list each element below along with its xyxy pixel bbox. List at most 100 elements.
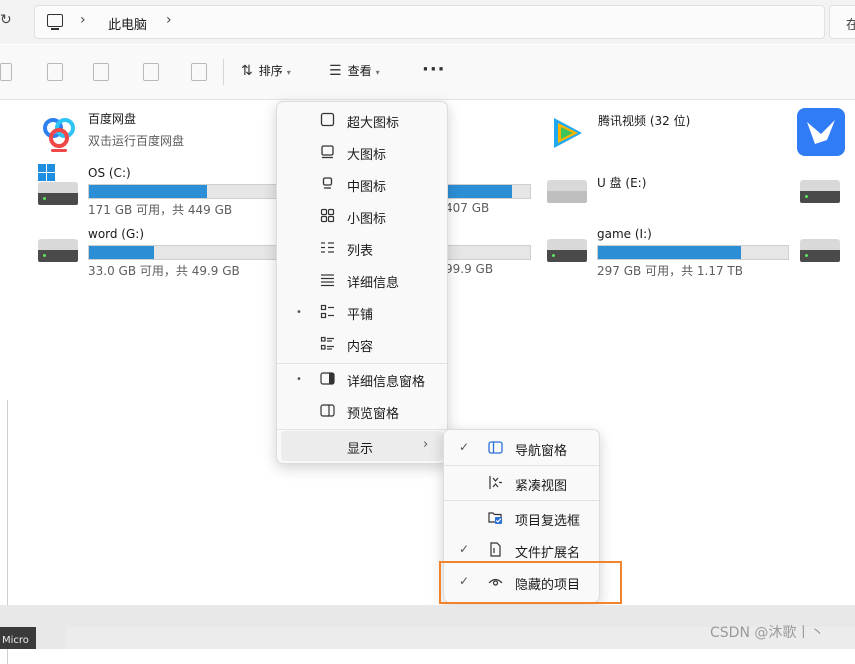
share-icon[interactable] xyxy=(143,63,159,81)
item-name: 腾讯视频 (32 位) xyxy=(598,114,691,128)
chevron-right-icon: › xyxy=(423,437,429,452)
drive-space-text: 99.9 GB xyxy=(445,262,494,276)
address-area: ↻ › 此电脑 › 在 xyxy=(0,0,855,44)
rename-icon[interactable] xyxy=(93,63,109,81)
drive-space-text: 33.0 GB 可用，共 49.9 GB xyxy=(88,264,240,278)
drive-name: U 盘 (E:) xyxy=(597,176,647,190)
menu-item-list[interactable]: 列表 xyxy=(281,233,443,263)
copy-icon[interactable] xyxy=(0,63,12,81)
check-icon: ✓ xyxy=(459,440,470,454)
computer-icon xyxy=(47,14,63,30)
drive-space-text: 297 GB 可用，共 1.17 TB xyxy=(597,264,743,278)
item-checkbox-icon xyxy=(488,512,502,524)
file-extension-icon xyxy=(490,542,501,557)
delete-icon[interactable] xyxy=(191,63,207,81)
menu-item-small-icons[interactable]: 小图标 xyxy=(281,201,443,231)
details-pane-icon xyxy=(320,372,335,385)
watermark-text: CSDN @沐歌丨丶 xyxy=(710,625,825,641)
drive-usage-fill xyxy=(598,246,741,259)
medium-icons-icon xyxy=(322,177,333,189)
hard-drive-icon xyxy=(800,239,840,267)
drive-name: OS (C:) xyxy=(88,166,131,180)
menu-item-label: 超大图标 xyxy=(347,116,400,131)
view-button[interactable]: ☰ 查看 ▾ xyxy=(329,62,380,79)
menu-item-label: 内容 xyxy=(347,340,374,355)
tiles-icon xyxy=(320,304,334,319)
breadcrumb-separator[interactable]: › xyxy=(80,12,86,28)
menu-item-extra-large-icons[interactable]: 超大图标 xyxy=(281,105,443,135)
menu-item-label: 列表 xyxy=(347,244,374,259)
usb-drive-icon xyxy=(547,180,587,208)
view-menu: 超大图标 大图标 中图标 小图标 列表 详细信息 • 平铺 内容 • 详细信息窗… xyxy=(276,101,448,464)
menu-item-label: 大图标 xyxy=(347,148,387,163)
windows-logo-icon xyxy=(38,164,55,181)
content-icon xyxy=(320,336,334,350)
command-bar: ⇅ 排序 ▾ ☰ 查看 ▾ ··· xyxy=(0,45,855,100)
details-icon xyxy=(321,274,334,287)
drive-usage-bar xyxy=(597,245,789,260)
paste-icon[interactable] xyxy=(47,63,63,81)
drive-usage-bar xyxy=(88,184,280,199)
toolbar-divider xyxy=(223,59,224,85)
drive-space-text: 171 GB 可用，共 449 GB xyxy=(88,203,233,217)
submenu-item-label: 导航窗格 xyxy=(515,444,568,459)
sort-icon: ⇅ xyxy=(241,63,253,79)
view-icon: ☰ xyxy=(329,63,342,79)
submenu-item-compact-view[interactable]: 紧凑视图 xyxy=(448,468,595,498)
menu-item-label: 平铺 xyxy=(347,308,374,323)
search-input[interactable]: 在 xyxy=(829,5,855,39)
drive-space-text: 407 GB xyxy=(445,201,490,215)
breadcrumb-separator[interactable]: › xyxy=(166,12,172,28)
breadcrumb-this-pc[interactable]: 此电脑 xyxy=(108,14,147,33)
menu-item-large-icons[interactable]: 大图标 xyxy=(281,137,443,167)
item-description: 双击运行百度网盘 xyxy=(88,134,185,148)
hard-drive-icon xyxy=(38,182,78,210)
small-icons-icon xyxy=(320,208,335,223)
annotation-highlight-box xyxy=(439,561,622,604)
extra-large-icons-icon xyxy=(320,112,335,127)
menu-item-label: 小图标 xyxy=(347,212,387,227)
submenu-item-label: 文件扩展名 xyxy=(515,546,581,561)
preview-pane-icon xyxy=(320,404,335,417)
menu-item-details-pane[interactable]: • 详细信息窗格 xyxy=(281,364,443,394)
menu-item-label: 显示 xyxy=(347,442,374,457)
hard-drive-icon xyxy=(800,180,840,208)
refresh-icon[interactable]: ↻ xyxy=(0,12,12,28)
more-options-button[interactable]: ··· xyxy=(422,59,446,80)
drive-usage-bar xyxy=(439,245,531,260)
item-name: 百度网盘 xyxy=(88,112,137,126)
view-label: 查看 xyxy=(347,64,372,78)
submenu-item-navigation-pane[interactable]: ✓ 导航窗格 xyxy=(448,433,595,463)
drive-usage-bar xyxy=(88,245,280,260)
selected-bullet: • xyxy=(296,374,302,385)
menu-item-preview-pane[interactable]: 预览窗格 xyxy=(281,396,443,426)
submenu-item-label: 紧凑视图 xyxy=(515,479,568,494)
address-bar[interactable]: › 此电脑 › xyxy=(34,5,825,39)
app-bird-icon xyxy=(797,108,845,156)
menu-separator xyxy=(444,465,599,466)
drive-name: game (I:) xyxy=(597,227,652,241)
sort-button[interactable]: ⇅ 排序 ▾ xyxy=(241,62,291,79)
menu-item-show[interactable]: 显示 › xyxy=(281,431,443,461)
taskbar-label: Micro xyxy=(2,635,29,646)
hard-drive-icon xyxy=(38,239,78,267)
menu-item-details[interactable]: 详细信息 xyxy=(281,265,443,295)
navigation-pane-icon xyxy=(488,441,503,454)
submenu-item-label: 项目复选框 xyxy=(515,514,581,529)
drive-usage-fill xyxy=(89,246,154,259)
hard-drive-icon xyxy=(547,239,587,267)
large-icons-icon xyxy=(321,145,334,159)
selected-bullet: • xyxy=(296,307,302,318)
submenu-item-checkboxes[interactable]: 项目复选框 xyxy=(448,503,595,533)
menu-item-medium-icons[interactable]: 中图标 xyxy=(281,169,443,199)
menu-item-content[interactable]: 内容 xyxy=(281,329,443,359)
chevron-down-icon: ▾ xyxy=(286,68,291,77)
menu-separator xyxy=(277,429,447,430)
drive-name: word (G:) xyxy=(88,227,145,241)
compact-view-icon xyxy=(489,476,502,489)
chevron-down-icon: ▾ xyxy=(375,68,380,77)
menu-item-tiles[interactable]: • 平铺 xyxy=(281,297,443,327)
taskbar-window-thumb[interactable]: Micro xyxy=(0,627,36,649)
drive-usage-fill xyxy=(440,185,512,198)
menu-item-label: 详细信息 xyxy=(347,276,400,291)
